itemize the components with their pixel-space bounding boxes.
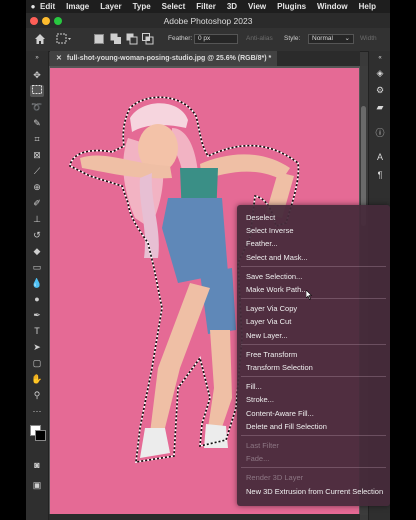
history-brush-tool-icon[interactable]: ↺: [30, 229, 44, 241]
status-bar: [49, 514, 360, 520]
brush-tool-icon[interactable]: ✐: [30, 197, 44, 209]
width-label: Width: [360, 35, 377, 42]
menu-view[interactable]: View: [248, 2, 266, 11]
healing-brush-tool-icon[interactable]: ⊕: [30, 181, 44, 193]
menu-separator: [241, 343, 386, 345]
add-to-selection-icon[interactable]: [110, 33, 122, 45]
menu-plugins[interactable]: Plugins: [277, 2, 306, 11]
properties-panel-icon[interactable]: ⚙: [374, 84, 386, 96]
frame-tool-icon[interactable]: ⊠: [30, 149, 44, 161]
lasso-tool-icon[interactable]: ➰: [30, 101, 44, 113]
chevron-down-icon: ⌄: [344, 35, 350, 42]
zoom-tool-icon[interactable]: ⚲: [30, 389, 44, 401]
menu-filter[interactable]: Filter: [196, 2, 216, 11]
eyedropper-tool-icon[interactable]: ⟋: [30, 165, 44, 177]
comments-panel-icon[interactable]: ▰: [374, 101, 386, 113]
menu-item-fill[interactable]: Fill...: [237, 380, 390, 393]
menu-bar: ● Edit Image Layer Type Select Filter 3D…: [26, 0, 390, 13]
close-tab-icon[interactable]: ✕: [56, 55, 62, 62]
eraser-tool-icon[interactable]: ◆: [30, 245, 44, 257]
paragraph-panel-icon[interactable]: ¶: [374, 169, 386, 181]
menu-item-stroke[interactable]: Stroke...: [237, 393, 390, 406]
intersect-selection-icon[interactable]: [142, 33, 154, 45]
menu-item-delete-and-fill-selection[interactable]: Delete and Fill Selection: [237, 420, 390, 433]
menu-select[interactable]: Select: [162, 2, 186, 11]
menu-item-make-work-path[interactable]: Make Work Path...: [237, 283, 390, 296]
dodge-tool-icon[interactable]: ●: [30, 293, 44, 305]
menu-item-select-inverse[interactable]: Select Inverse: [237, 224, 390, 237]
options-bar: Feather: 0 px Anti-alias Style: Normal ⌄ …: [26, 28, 390, 52]
quick-mask-mode-icon[interactable]: ◙: [30, 459, 44, 471]
menu-help[interactable]: Help: [359, 2, 376, 11]
menu-item-save-selection[interactable]: Save Selection...: [237, 270, 390, 283]
menu-item-last-filter: Last Filter: [246, 441, 279, 450]
menu-item-content-aware-fill[interactable]: Content-Aware Fill...: [237, 407, 390, 420]
menu-image[interactable]: Image: [66, 2, 89, 11]
dock-collapse-icon[interactable]: «: [374, 55, 386, 61]
feather-input[interactable]: 0 px: [194, 34, 238, 44]
menu-layer[interactable]: Layer: [100, 2, 121, 11]
apple-icon[interactable]: ●: [26, 2, 40, 11]
menu-item-select-and-mask[interactable]: Select and Mask...: [237, 251, 390, 264]
clone-stamp-tool-icon[interactable]: ⊥: [30, 213, 44, 225]
crop-tool-icon[interactable]: ⌗: [30, 133, 44, 145]
type-tool-icon[interactable]: T: [30, 325, 44, 337]
menu-type[interactable]: Type: [133, 2, 151, 11]
background-color-swatch[interactable]: [35, 430, 46, 441]
home-icon[interactable]: [34, 33, 46, 45]
photoshop-window: ● Edit Image Layer Type Select Filter 3D…: [26, 0, 390, 520]
menu-item-free-transform[interactable]: Free Transform: [237, 348, 390, 361]
menu-window[interactable]: Window: [317, 2, 348, 11]
menu-item-transform-selection[interactable]: Transform Selection: [237, 361, 390, 374]
document-tab[interactable]: ✕ full-shot-young-woman-posing-studio.jpg…: [50, 51, 278, 66]
toolbar-collapse-icon[interactable]: »: [30, 55, 44, 61]
menu-3d[interactable]: 3D: [227, 2, 237, 11]
style-select-value: Normal: [312, 35, 333, 42]
menu-separator: [241, 376, 386, 378]
feather-label: Feather:: [168, 35, 193, 42]
quick-selection-tool-icon[interactable]: ✎: [30, 117, 44, 129]
menu-item-new-layer[interactable]: New Layer...: [237, 329, 390, 342]
layers-panel-icon[interactable]: ◈: [374, 67, 386, 79]
style-select[interactable]: Normal ⌄: [308, 34, 354, 44]
menu-separator: [241, 467, 386, 469]
subtract-from-selection-icon[interactable]: [126, 33, 138, 45]
character-panel-icon[interactable]: A: [374, 151, 386, 163]
menu-item-feather[interactable]: Feather...: [237, 237, 390, 250]
menu-item-new-3d-extrusion-from-current-selection[interactable]: New 3D Extrusion from Current Selection: [237, 485, 390, 498]
tools-panel: » ✥ ➰ ✎ ⌗ ⊠ ⟋ ⊕ ✐ ⊥ ↺ ◆ ▭ 💧 ● ✒ T ➤ ▢ ✋ …: [26, 51, 49, 520]
blur-tool-icon[interactable]: 💧: [30, 277, 44, 289]
anti-alias-checkbox-label[interactable]: Anti-alias: [246, 35, 273, 42]
new-selection-button[interactable]: [94, 34, 104, 44]
menu-edit[interactable]: Edit: [40, 2, 55, 11]
move-tool-icon[interactable]: ✥: [30, 69, 44, 81]
pen-tool-icon[interactable]: ✒: [30, 309, 44, 321]
screen-mode-icon[interactable]: ▣: [30, 479, 44, 491]
mouse-cursor-icon: [306, 290, 312, 300]
menu-item-render-3d-layer: Render 3D Layer: [246, 473, 304, 483]
menu-separator: [241, 435, 386, 436]
path-selection-tool-icon[interactable]: ➤: [30, 341, 44, 353]
menu-item-deselect[interactable]: Deselect: [237, 211, 390, 224]
menu-item-fade: Fade...: [246, 454, 270, 464]
menu-separator: [241, 298, 386, 300]
video-frame: ● Edit Image Layer Type Select Filter 3D…: [0, 0, 416, 520]
menu-item-layer-via-copy[interactable]: Layer Via Copy: [237, 302, 390, 315]
window-title: Adobe Photoshop 2023: [163, 15, 253, 26]
menu-item-layer-via-cut[interactable]: Layer Via Cut: [237, 315, 390, 328]
info-panel-icon[interactable]: ⓘ: [374, 127, 386, 139]
rectangular-marquee-tool-icon[interactable]: [30, 85, 44, 97]
marquee-tool-preset-icon[interactable]: [56, 33, 72, 45]
document-tab-bar: ✕ full-shot-young-woman-posing-studio.jpg…: [50, 51, 360, 66]
more-tools-icon[interactable]: ···: [30, 405, 44, 417]
menu-separator: [241, 265, 386, 267]
style-label: Style:: [284, 35, 301, 42]
title-bar: Adobe Photoshop 2023: [26, 13, 390, 28]
document-tab-title: full-shot-young-woman-posing-studio.jpg …: [66, 55, 272, 62]
hand-tool-icon[interactable]: ✋: [30, 373, 44, 385]
selection-context-menu: Deselect Select Inverse Feather... Select a…: [237, 205, 390, 506]
gradient-tool-icon[interactable]: ▭: [30, 261, 44, 273]
rectangle-tool-icon[interactable]: ▢: [30, 357, 44, 369]
